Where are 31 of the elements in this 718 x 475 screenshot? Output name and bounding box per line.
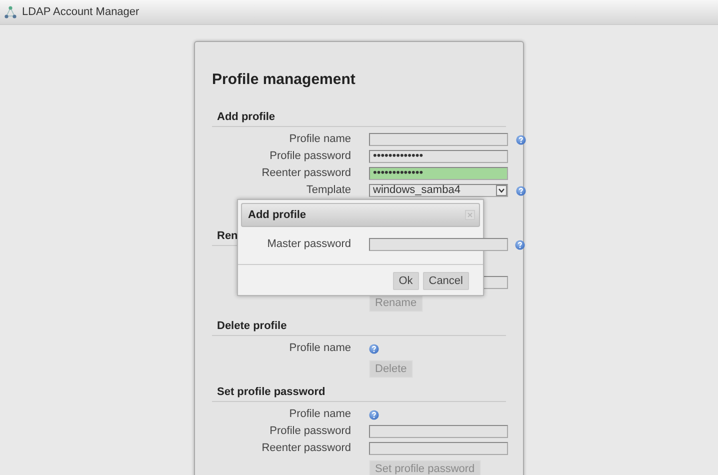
field-label: Profile name <box>288 341 351 356</box>
master-password-field[interactable] <box>369 238 508 251</box>
help-icon[interactable] <box>369 344 379 354</box>
logo-icon <box>4 6 17 18</box>
text-field[interactable] <box>369 133 508 146</box>
cancel-button[interactable]: Cancel <box>422 272 469 290</box>
password-field[interactable]: ••••••••••••• <box>369 150 508 163</box>
field-label: Profile name <box>288 132 351 147</box>
text-field[interactable] <box>369 442 508 455</box>
section-heading: Ren <box>217 228 238 244</box>
help-icon[interactable] <box>515 240 525 250</box>
password-field[interactable]: ••••••••••••• <box>369 167 508 180</box>
template-dropdown[interactable]: windows_samba4 <box>369 184 508 197</box>
field-label: Reenter password <box>260 441 351 456</box>
field-label: Profile name <box>288 407 351 422</box>
text-field[interactable] <box>369 425 508 438</box>
help-icon[interactable] <box>516 134 526 144</box>
field-label: Template <box>305 183 351 198</box>
field-label: Reenter password <box>260 166 351 181</box>
help-icon[interactable] <box>516 186 526 196</box>
section-heading: Add profile <box>217 110 276 124</box>
app-title: LDAP Account Manager <box>22 6 140 18</box>
field-label: Profile password <box>268 424 351 439</box>
field-label: Profile password <box>268 149 351 164</box>
field-label: Master password <box>266 237 351 252</box>
section-heading: Delete profile <box>217 318 287 334</box>
section-heading: Set profile password <box>217 384 326 400</box>
page-title: Profile management <box>212 70 356 90</box>
dialog-title: Add profile <box>248 209 306 221</box>
help-icon[interactable] <box>369 410 379 420</box>
ok-button[interactable]: Ok <box>392 272 419 290</box>
